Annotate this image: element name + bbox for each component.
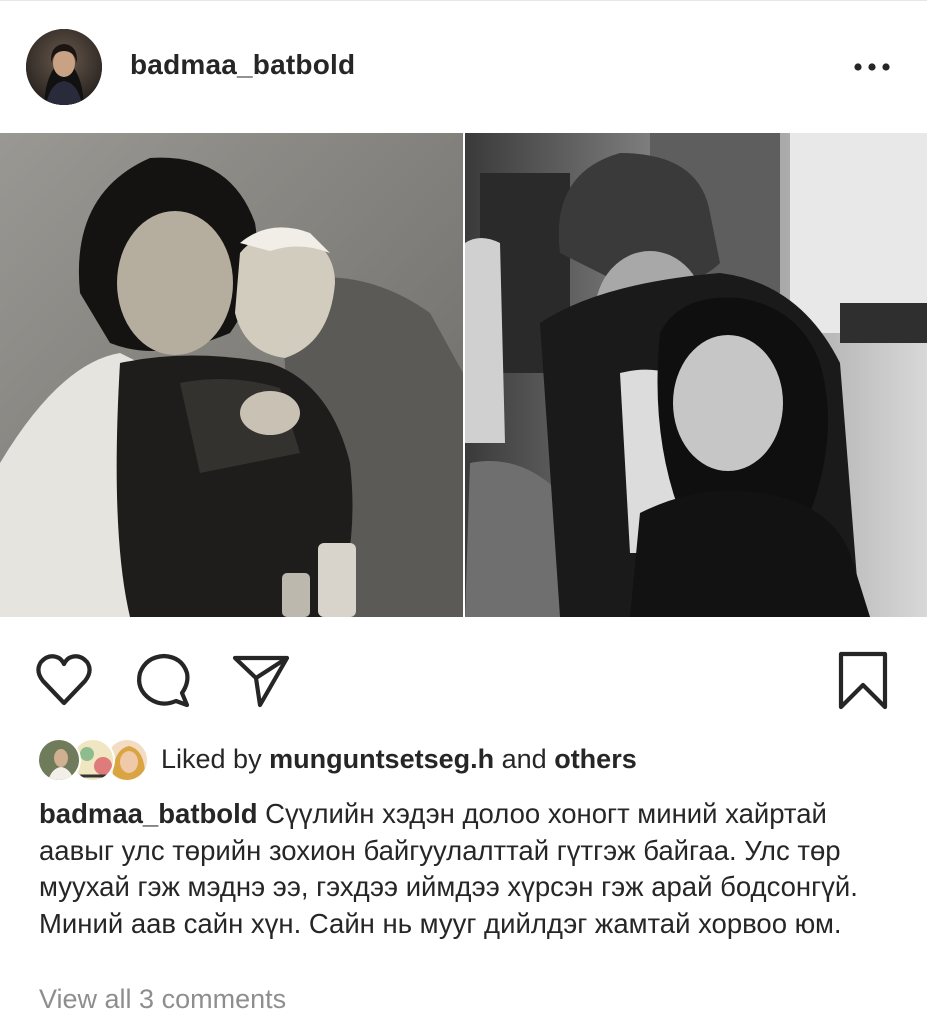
post-username[interactable]: badmaa_batbold bbox=[130, 49, 355, 81]
bookmark-icon[interactable] bbox=[833, 649, 895, 711]
avatar[interactable] bbox=[26, 29, 102, 105]
post-photo[interactable] bbox=[0, 133, 927, 617]
photo-right bbox=[465, 133, 927, 617]
likes-summary: Liked by munguntsetseg.h and others bbox=[161, 744, 637, 775]
post-actions bbox=[0, 617, 927, 727]
more-horizontal-icon[interactable] bbox=[852, 55, 892, 79]
likes-row: Liked by munguntsetseg.h and others bbox=[0, 730, 927, 790]
photo-left bbox=[0, 133, 463, 617]
send-icon[interactable] bbox=[230, 649, 292, 711]
liker-avatar[interactable] bbox=[37, 738, 81, 782]
likes-user-link[interactable]: munguntsetseg.h bbox=[269, 744, 494, 774]
caption-username[interactable]: badmaa_batbold bbox=[39, 798, 258, 829]
likes-prefix: Liked by bbox=[161, 744, 262, 774]
likes-others-link[interactable]: others bbox=[554, 744, 637, 774]
view-comments-link[interactable]: View all 3 comments bbox=[39, 984, 286, 1015]
heart-icon[interactable] bbox=[33, 649, 95, 711]
post-caption: badmaa_batbold Сүүлийн хэдэн долоо хоног… bbox=[39, 796, 909, 942]
likes-and: and bbox=[501, 744, 547, 774]
comment-icon[interactable] bbox=[132, 649, 194, 711]
post-header: badmaa_batbold bbox=[0, 1, 927, 132]
